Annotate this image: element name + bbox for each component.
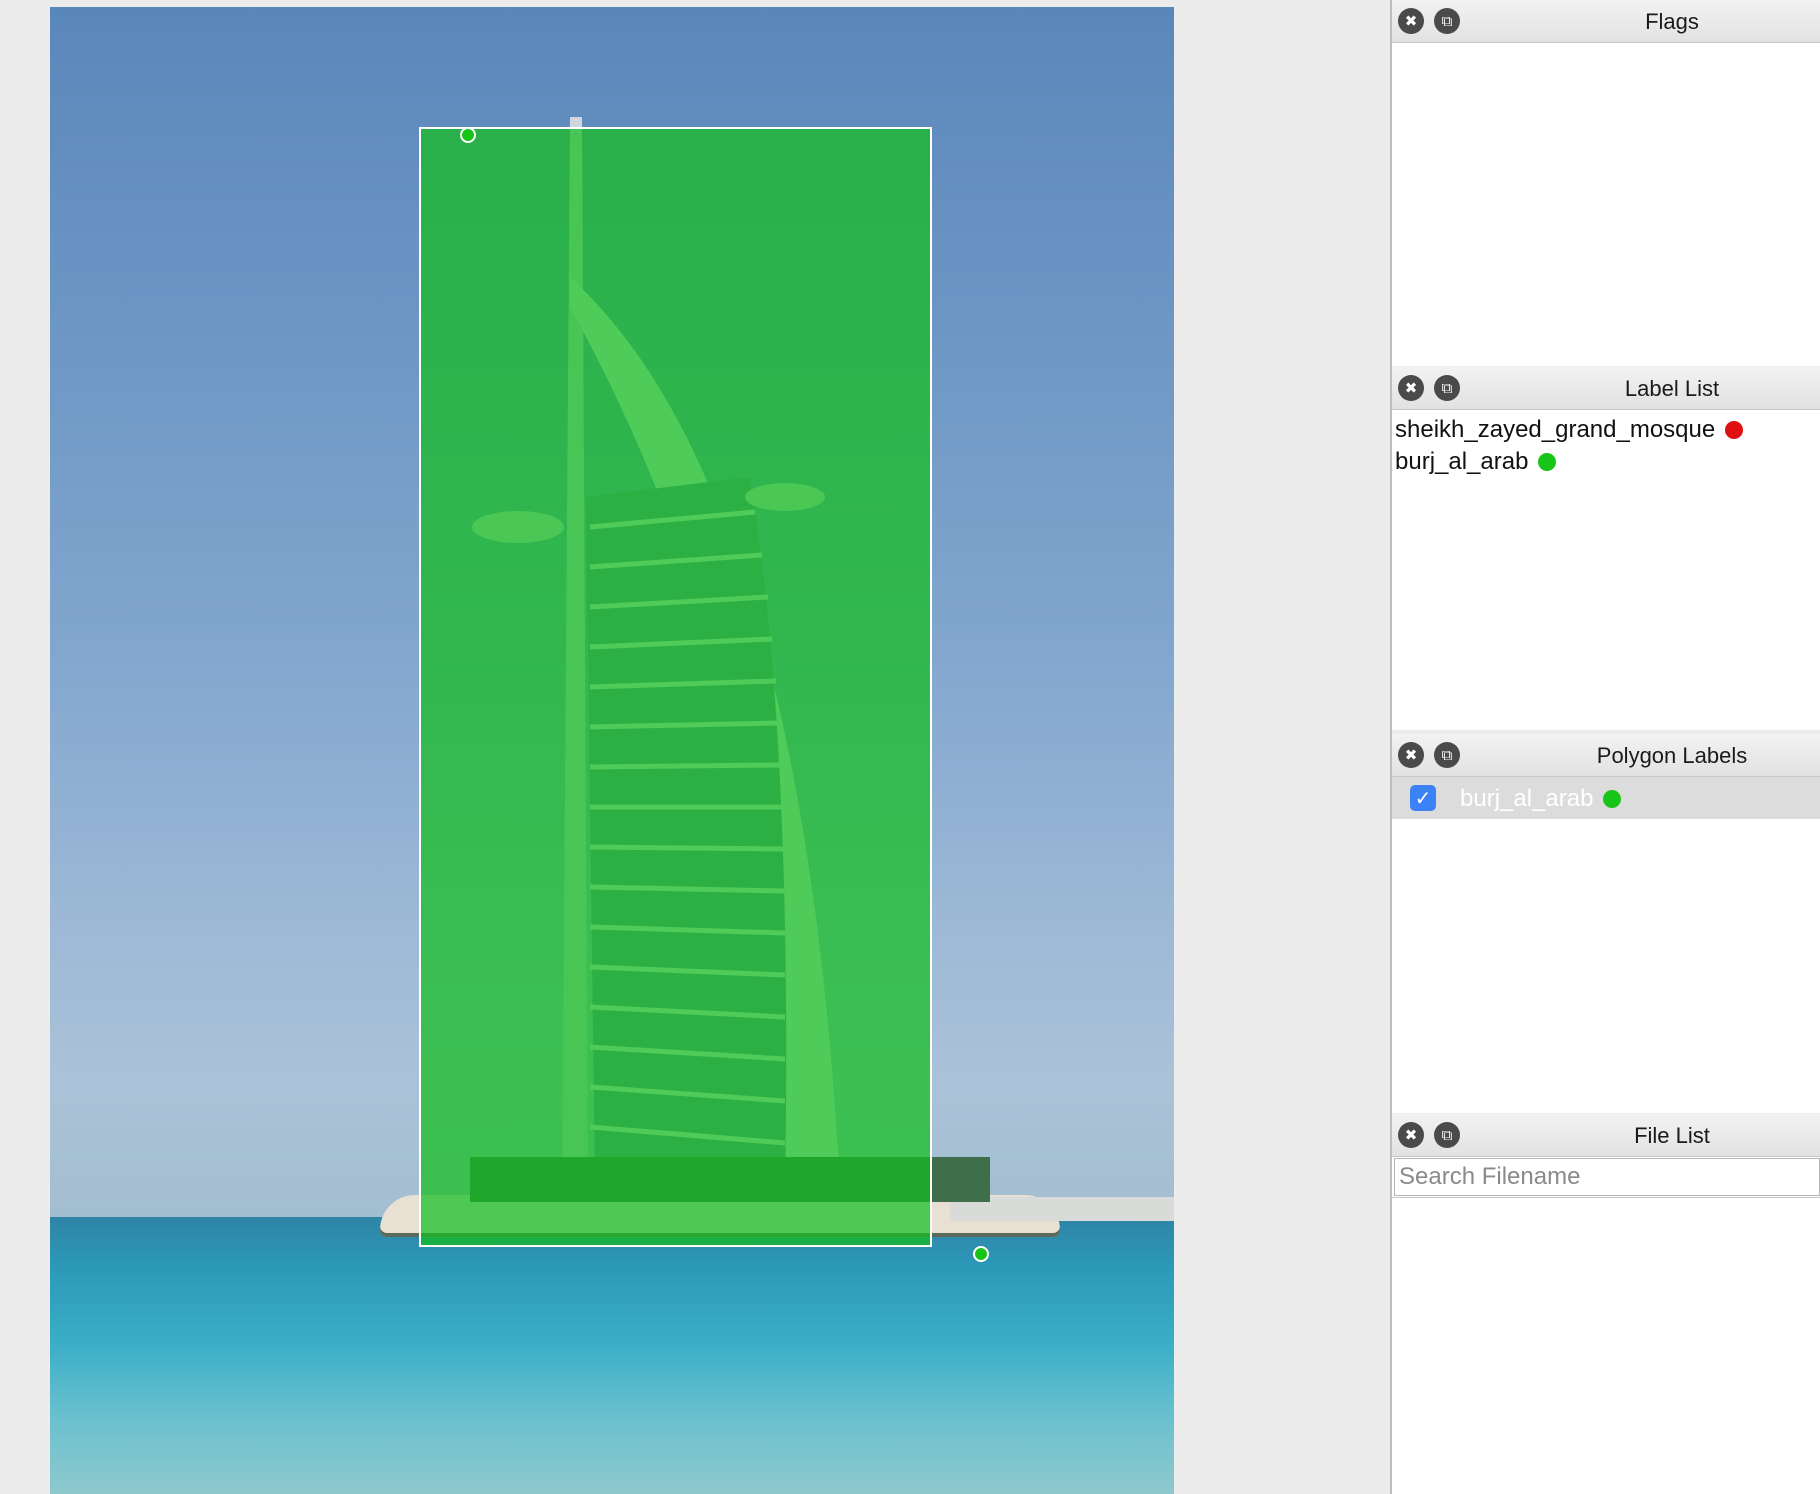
- file-list-panel: ✖ ⧉ File List: [1392, 1114, 1820, 1494]
- polygon-label-name: burj_al_arab: [1460, 785, 1594, 812]
- label-list-titlebar: ✖ ⧉ Label List: [1392, 367, 1820, 410]
- file-list-title: File List: [1634, 1123, 1710, 1148]
- flags-title: Flags: [1645, 9, 1699, 34]
- label-name: sheikh_zayed_grand_mosque: [1395, 416, 1716, 443]
- visibility-checkbox[interactable]: ✓: [1410, 785, 1436, 811]
- float-icon[interactable]: ⧉: [1434, 742, 1460, 768]
- right-dock: ✖ ⧉ Flags ✖ ⧉ Label List sheikh_zayed_gr…: [1390, 0, 1820, 1494]
- green-dot-icon: [1538, 453, 1557, 471]
- close-icon[interactable]: ✖: [1398, 375, 1424, 401]
- label-name: burj_al_arab: [1395, 448, 1529, 475]
- polygon-label-text: burj_al_arab: [1460, 777, 1622, 821]
- image-canvas[interactable]: [50, 7, 1174, 1494]
- float-icon[interactable]: ⧉: [1434, 1122, 1460, 1148]
- file-list[interactable]: [1392, 1157, 1820, 1494]
- list-item[interactable]: sheikh_zayed_grand_mosque: [1392, 414, 1820, 446]
- green-dot-icon: [1603, 790, 1622, 808]
- close-icon[interactable]: ✖: [1398, 8, 1424, 34]
- polygon-labels-list[interactable]: ✓ burj_al_arab: [1392, 777, 1820, 1113]
- red-dot-icon: [1725, 421, 1744, 439]
- polygon-labels-panel: ✖ ⧉ Polygon Labels ✓ burj_al_arab: [1392, 734, 1820, 1114]
- flags-panel: ✖ ⧉ Flags: [1392, 0, 1820, 366]
- flags-titlebar: ✖ ⧉ Flags: [1392, 0, 1820, 43]
- resize-handle-bottom-right[interactable]: [973, 1246, 989, 1262]
- list-item[interactable]: ✓ burj_al_arab: [1392, 777, 1820, 819]
- annotation-rectangle[interactable]: [419, 127, 932, 1247]
- label-list-panel: ✖ ⧉ Label List sheikh_zayed_grand_mosque…: [1392, 367, 1820, 733]
- file-list-titlebar: ✖ ⧉ File List: [1392, 1114, 1820, 1157]
- polygon-labels-title: Polygon Labels: [1596, 743, 1748, 768]
- float-icon[interactable]: ⧉: [1434, 375, 1460, 401]
- resize-handle-top-left[interactable]: [460, 127, 476, 143]
- float-icon[interactable]: ⧉: [1434, 8, 1460, 34]
- label-list[interactable]: sheikh_zayed_grand_mosque burj_al_arab: [1392, 410, 1820, 730]
- close-icon[interactable]: ✖: [1398, 742, 1424, 768]
- flags-list[interactable]: [1392, 43, 1820, 366]
- search-filename-input[interactable]: [1394, 1158, 1820, 1196]
- label-list-title: Label List: [1624, 376, 1720, 401]
- polygon-labels-titlebar: ✖ ⧉ Polygon Labels: [1392, 734, 1820, 777]
- close-icon[interactable]: ✖: [1398, 1122, 1424, 1148]
- divider: [1392, 1197, 1820, 1198]
- list-item[interactable]: burj_al_arab: [1392, 446, 1820, 478]
